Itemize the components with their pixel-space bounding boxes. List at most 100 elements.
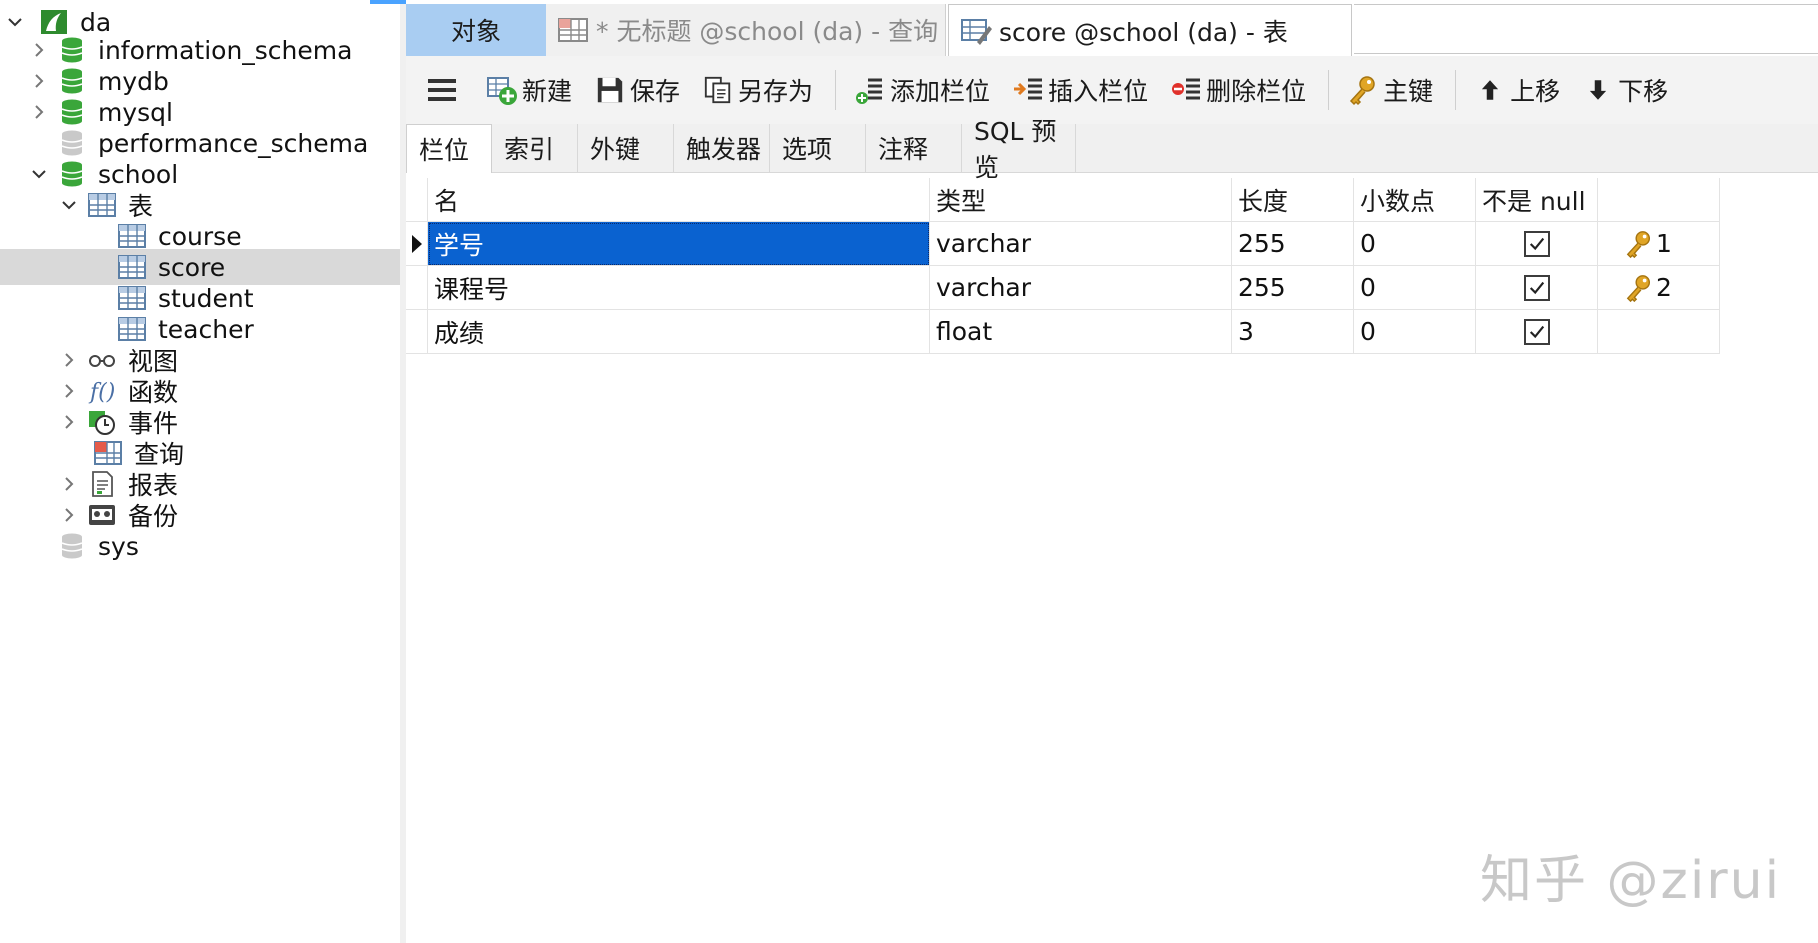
table-row[interactable]: 成绩 float 3 0 bbox=[406, 310, 1720, 354]
subtab-sql-preview[interactable]: SQL 预览 bbox=[962, 117, 1076, 182]
subtab-label: 外键 bbox=[590, 135, 641, 164]
table-icon bbox=[116, 221, 148, 251]
table-row[interactable]: 课程号 varchar 255 0 2 bbox=[406, 266, 1720, 310]
arrow-down-icon bbox=[1582, 74, 1614, 106]
tree-item-label: mysql bbox=[98, 97, 173, 127]
tree-item-sys[interactable]: sys bbox=[0, 528, 400, 564]
new-label: 新建 bbox=[522, 77, 573, 106]
tree-item-label: course bbox=[158, 221, 242, 251]
chevron-right-icon[interactable] bbox=[58, 504, 80, 526]
primary-key-button[interactable]: 主键 bbox=[1347, 72, 1433, 108]
save-button[interactable]: 保存 bbox=[594, 72, 680, 108]
save-as-button[interactable]: 另存为 bbox=[702, 72, 813, 108]
field-not-null-cell[interactable] bbox=[1476, 310, 1598, 354]
tree-item-label: teacher bbox=[158, 314, 254, 344]
database-icon bbox=[56, 531, 88, 561]
event-icon bbox=[86, 407, 118, 437]
chevron-right-icon[interactable] bbox=[58, 411, 80, 433]
database-icon bbox=[56, 35, 88, 65]
header-label: 类型 bbox=[936, 186, 987, 216]
row-indicator-header bbox=[406, 178, 428, 222]
field-type-cell[interactable]: varchar bbox=[930, 222, 1232, 266]
insert-field-icon bbox=[1012, 74, 1044, 106]
save-icon bbox=[594, 74, 626, 106]
subtab-comment[interactable]: 注释 bbox=[866, 124, 962, 172]
primary-key-icon bbox=[1626, 274, 1651, 302]
add-table-icon bbox=[486, 74, 518, 106]
field-name-cell[interactable]: 课程号 bbox=[428, 266, 930, 310]
menu-icon[interactable] bbox=[428, 78, 456, 102]
chevron-down-icon[interactable] bbox=[58, 194, 80, 216]
tree-item-label: score bbox=[158, 252, 226, 282]
not-null-checkbox[interactable] bbox=[1523, 318, 1550, 345]
grid-header-row: 名 类型 长度 小数点 不是 null bbox=[406, 178, 1720, 222]
tables-folder-icon bbox=[86, 190, 118, 220]
tree-item-label: mydb bbox=[98, 66, 169, 96]
chevron-right-icon[interactable] bbox=[58, 349, 80, 371]
subtab-options[interactable]: 选项 bbox=[770, 124, 866, 172]
field-name-cell[interactable]: 学号 bbox=[428, 222, 930, 266]
field-type-cell[interactable]: float bbox=[930, 310, 1232, 354]
delete-field-label: 删除栏位 bbox=[1206, 77, 1307, 106]
subtab-label: 选项 bbox=[782, 135, 833, 164]
tab-label: 对象 bbox=[450, 17, 501, 46]
field-key-cell[interactable]: 2 bbox=[1598, 266, 1720, 310]
subtab-indexes[interactable]: 索引 bbox=[492, 124, 578, 172]
column-header-decimals[interactable]: 小数点 bbox=[1354, 178, 1476, 222]
field-key-cell[interactable]: 1 bbox=[1598, 222, 1720, 266]
save-label: 保存 bbox=[630, 77, 681, 106]
delete-field-button[interactable]: 删除栏位 bbox=[1170, 72, 1306, 108]
chevron-right-icon[interactable] bbox=[28, 39, 50, 61]
cell-text: 成绩 bbox=[434, 318, 485, 348]
column-header-type[interactable]: 类型 bbox=[930, 178, 1232, 222]
table-design-icon bbox=[959, 16, 993, 46]
column-header-length[interactable]: 长度 bbox=[1232, 178, 1354, 222]
cell-text: 课程号 bbox=[434, 274, 510, 304]
move-up-button[interactable]: 上移 bbox=[1474, 72, 1560, 108]
field-type-cell[interactable]: varchar bbox=[930, 266, 1232, 310]
chevron-down-icon[interactable] bbox=[4, 11, 26, 33]
not-null-checkbox[interactable] bbox=[1523, 230, 1550, 257]
column-header-not-null[interactable]: 不是 null bbox=[1476, 178, 1598, 222]
chevron-right-icon[interactable] bbox=[58, 380, 80, 402]
column-header-key[interactable] bbox=[1598, 178, 1720, 222]
field-name-cell[interactable]: 成绩 bbox=[428, 310, 930, 354]
field-decimals-cell[interactable]: 0 bbox=[1354, 266, 1476, 310]
subtab-triggers[interactable]: 触发器 bbox=[674, 124, 770, 172]
chevron-right-icon[interactable] bbox=[28, 101, 50, 123]
subtab-label: 索引 bbox=[504, 135, 555, 164]
subtab-foreign-keys[interactable]: 外键 bbox=[578, 124, 674, 172]
chevron-down-icon[interactable] bbox=[28, 163, 50, 185]
move-down-button[interactable]: 下移 bbox=[1582, 72, 1668, 108]
toolbar-separator bbox=[835, 70, 837, 110]
field-not-null-cell[interactable] bbox=[1476, 266, 1598, 310]
column-header-name[interactable]: 名 bbox=[428, 178, 930, 222]
cell-text: 0 bbox=[1360, 273, 1376, 302]
field-length-cell[interactable]: 3 bbox=[1232, 310, 1354, 354]
field-decimals-cell[interactable]: 0 bbox=[1354, 222, 1476, 266]
check-icon bbox=[1529, 237, 1544, 250]
subtab-label: 注释 bbox=[878, 135, 929, 164]
field-not-null-cell[interactable] bbox=[1476, 222, 1598, 266]
table-icon bbox=[116, 314, 148, 344]
svg-text:f(): f() bbox=[88, 380, 115, 405]
database-icon bbox=[56, 66, 88, 96]
field-length-cell[interactable]: 255 bbox=[1232, 222, 1354, 266]
move-up-label: 上移 bbox=[1510, 77, 1561, 106]
field-key-cell[interactable] bbox=[1598, 310, 1720, 354]
field-length-cell[interactable]: 255 bbox=[1232, 266, 1354, 310]
field-decimals-cell[interactable]: 0 bbox=[1354, 310, 1476, 354]
tab-query[interactable]: * 无标题 @school (da) - 查询 bbox=[546, 4, 946, 56]
cell-text: varchar bbox=[936, 273, 1032, 302]
add-field-button[interactable]: 添加栏位 bbox=[854, 72, 990, 108]
table-row[interactable]: 学号 varchar 255 0 1 bbox=[406, 222, 1720, 266]
view-icon bbox=[86, 345, 118, 375]
tab-score-table[interactable]: score @school (da) - 表 bbox=[948, 4, 1352, 56]
new-button[interactable]: 新建 bbox=[486, 72, 572, 108]
chevron-right-icon[interactable] bbox=[58, 473, 80, 495]
tab-objects[interactable]: 对象 bbox=[406, 4, 546, 56]
subtab-fields[interactable]: 栏位 bbox=[406, 124, 492, 173]
not-null-checkbox[interactable] bbox=[1523, 274, 1550, 301]
insert-field-button[interactable]: 插入栏位 bbox=[1012, 72, 1148, 108]
chevron-right-icon[interactable] bbox=[28, 70, 50, 92]
